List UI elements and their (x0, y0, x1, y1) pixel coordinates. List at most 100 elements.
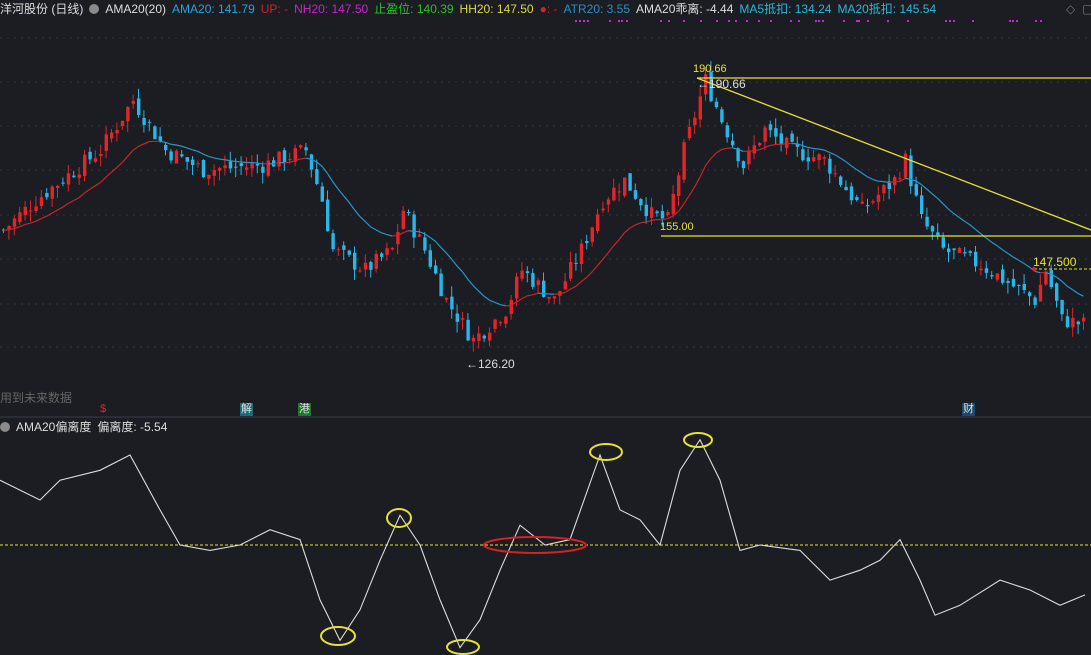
candle-body (1076, 321, 1080, 325)
indicator-name[interactable]: AMA20(20) (105, 2, 166, 16)
ma-segment (197, 150, 204, 155)
candle-body (115, 130, 119, 134)
ma-segment (678, 203, 685, 212)
ma-segment (121, 155, 129, 163)
candle-body (77, 174, 81, 178)
candle-body (434, 265, 438, 274)
candle-body (520, 270, 524, 279)
ma-segment (176, 144, 182, 147)
candle-body (191, 159, 195, 166)
candle-body (61, 182, 65, 184)
ma-segment (575, 281, 582, 287)
ma-segment (505, 304, 512, 307)
ma-segment (964, 220, 971, 226)
ma-segment (24, 222, 31, 226)
candle-body (930, 226, 935, 232)
atr20-value: ATR20: 3.55 (563, 2, 631, 16)
indicator-header: 洋河股份 (日线) AMA20(20) AMA20: 141.79 UP: - NH20… (0, 0, 942, 18)
price-grid (0, 37, 1091, 348)
candle-body (180, 154, 184, 157)
ma-segment (640, 221, 647, 224)
candle-body (185, 157, 189, 162)
candle-body (471, 337, 476, 342)
candle-body (439, 273, 443, 297)
ma-segment (850, 165, 858, 171)
candle-body (687, 126, 692, 139)
candle-body (120, 120, 125, 127)
ma-segment (424, 233, 431, 238)
ma-segment (748, 150, 755, 152)
diamond-icon[interactable]: ◇ (1066, 2, 1075, 16)
ma-segment (948, 208, 955, 215)
candle-body (504, 316, 508, 324)
ama20-deviation-value: AMA20乖离: -4.44 (636, 2, 734, 16)
marker-jie[interactable]: 解 (240, 403, 253, 416)
candle-body (957, 248, 962, 253)
signal-dot (815, 20, 817, 22)
ma-segment (883, 181, 890, 184)
signal-dot (790, 20, 792, 22)
ma-segment (1061, 280, 1068, 287)
trend-line[interactable] (696, 77, 1091, 231)
candle-body (266, 160, 270, 176)
panel-icon[interactable]: ▢ (1082, 2, 1091, 16)
high-label: ←190.66 (697, 77, 746, 91)
signal-dot (798, 20, 800, 22)
ma-segment (359, 216, 366, 223)
ma-segment (445, 252, 453, 260)
candle-body (671, 193, 675, 214)
candle-body (234, 166, 238, 168)
candle-body (423, 237, 427, 251)
candle-body (536, 280, 540, 286)
ma-segment (1007, 252, 1014, 258)
signal-dot (575, 20, 577, 22)
ma-segment (996, 245, 1003, 251)
candle-body (282, 150, 287, 164)
ma-segment (143, 141, 150, 145)
signal-dot (907, 20, 909, 22)
candle-body (1071, 317, 1075, 328)
ma-segment (754, 149, 760, 152)
candle-body (606, 199, 611, 205)
candle-body (363, 262, 368, 270)
marker-dollar[interactable]: $ (99, 403, 107, 416)
candle-body (812, 157, 816, 162)
marker-cai[interactable]: 财 (962, 403, 975, 416)
chart-canvas[interactable] (0, 0, 1091, 655)
candle-body (407, 212, 411, 214)
hh20-value: HH20: 147.50 (459, 2, 534, 16)
ma-segment (408, 230, 414, 233)
ma-segment (521, 295, 528, 300)
candle-body (720, 109, 724, 123)
candle-body (941, 237, 945, 248)
ma-segment (116, 161, 123, 168)
ma-segment (456, 265, 463, 273)
ma-segment (699, 165, 707, 178)
candle-body (380, 253, 384, 257)
dot-value: ●: - (539, 2, 558, 16)
candle-body (342, 245, 346, 250)
ma-segment (597, 258, 604, 266)
ma-segment (35, 218, 42, 222)
candle-body (650, 207, 654, 218)
candle-body (228, 161, 233, 169)
indicator-toggle-icon[interactable] (89, 4, 100, 14)
marker-gang[interactable]: 港 (298, 403, 311, 416)
ma-segment (705, 158, 712, 166)
target-label: 147.500 (1033, 255, 1077, 269)
candle-body (806, 157, 810, 162)
candle-body (569, 261, 573, 279)
candle-body (174, 150, 179, 164)
sub-indicator-toggle-icon[interactable] (0, 422, 10, 432)
ma-segment (219, 158, 225, 161)
candle-body (488, 332, 492, 341)
ma-segment (472, 285, 480, 292)
candle-body (331, 233, 335, 250)
candle-body (1082, 317, 1086, 322)
ma-segment (667, 215, 674, 220)
candle-body (277, 151, 281, 167)
candle-body (428, 250, 432, 267)
up-value: UP: - (260, 2, 289, 16)
candle-body (849, 186, 854, 201)
candlesticks (2, 61, 1086, 352)
